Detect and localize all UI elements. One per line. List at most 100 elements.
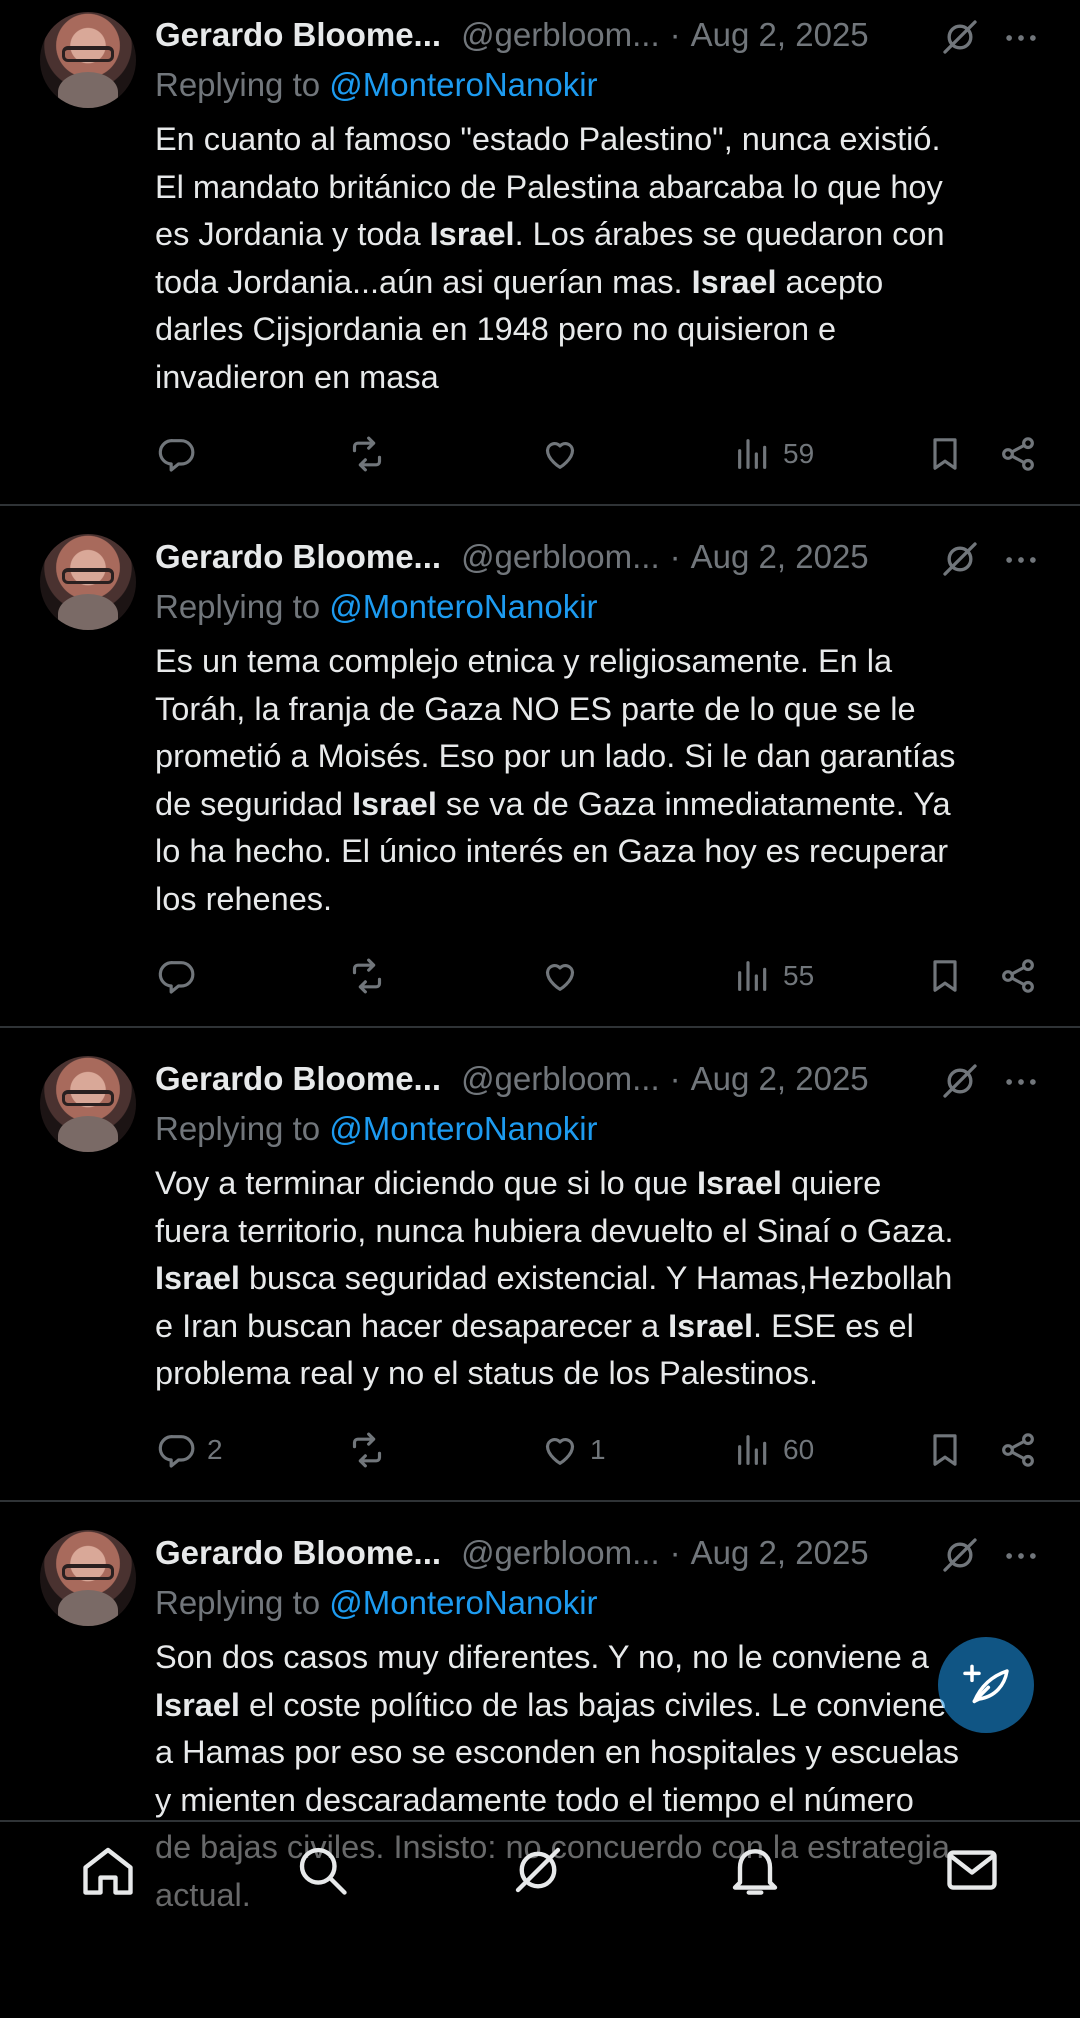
highlighted-keyword: Israel xyxy=(691,263,777,300)
heart-icon xyxy=(545,442,575,469)
share-button[interactable] xyxy=(998,951,1038,1001)
tweet[interactable]: Gerardo Bloome... @gerbloom... · Aug 2, 202… xyxy=(0,1518,1080,2018)
avatar[interactable] xyxy=(40,1056,136,1152)
tweet-divider xyxy=(0,504,1080,506)
text-line: los rehenes. xyxy=(155,880,333,917)
retweet-button[interactable] xyxy=(347,429,387,479)
separator-dot: · xyxy=(669,16,681,53)
author-handle[interactable]: @gerbloom... xyxy=(461,538,660,576)
author-name[interactable]: Gerardo Bloome... xyxy=(155,16,441,54)
replying-to-label: Replying to xyxy=(155,1110,330,1147)
highlighted-keyword: Israel xyxy=(155,1260,240,1296)
mention-link[interactable]: @MonteroNanokir xyxy=(329,66,597,103)
separator-dot: · xyxy=(669,538,681,575)
text-line: fuera territorio, nunca hubiera devuelto… xyxy=(155,1212,954,1249)
avatar-glasses xyxy=(62,568,114,584)
text-line: invadieron en masa xyxy=(155,358,439,395)
replying-to-label: Replying to xyxy=(155,66,330,103)
grok-icon[interactable] xyxy=(940,17,980,57)
heart-icon xyxy=(545,1438,575,1465)
replying-to: Replying to @MonteroNanokir xyxy=(155,1584,598,1622)
more-icon[interactable] xyxy=(1002,541,1040,579)
author-name[interactable]: Gerardo Bloome... xyxy=(155,538,441,576)
share-button[interactable] xyxy=(998,429,1038,479)
like-button[interactable]: 1 xyxy=(540,1425,606,1475)
grok-icon[interactable] xyxy=(940,1535,980,1575)
bookmark-button[interactable] xyxy=(925,951,965,1001)
compose-icon xyxy=(963,1664,1009,1704)
more-icon[interactable] xyxy=(1002,19,1040,57)
retweet-icon xyxy=(352,1432,382,1468)
highlighted-keyword: Israel xyxy=(697,1165,782,1201)
like-button[interactable] xyxy=(540,429,580,479)
avatar[interactable] xyxy=(40,534,136,630)
tweet-text: Es un tema complejo etnica y religiosame… xyxy=(155,638,1035,923)
share-button[interactable] xyxy=(998,1425,1038,1475)
author-handle[interactable]: @gerbloom... xyxy=(461,1060,660,1098)
avatar[interactable] xyxy=(40,12,136,108)
grok-icon[interactable] xyxy=(940,539,980,579)
tweet[interactable]: Gerardo Bloome... @gerbloom... · Aug 2, 202… xyxy=(0,0,1080,500)
author-handle[interactable]: @gerbloom... xyxy=(461,16,660,54)
notifications-icon[interactable] xyxy=(725,1840,785,1900)
views-icon xyxy=(738,439,767,469)
grok-icon[interactable] xyxy=(508,1840,568,1900)
tweet[interactable]: Gerardo Bloome... @gerbloom... · Aug 2, 202… xyxy=(0,522,1080,1022)
share-icon xyxy=(1002,959,1034,993)
search-icon[interactable] xyxy=(292,1840,352,1900)
text-line: de seguridad Israel se va de Gaza inmedi… xyxy=(155,785,951,822)
replying-to: Replying to @MonteroNanokir xyxy=(155,588,598,626)
views-count: 60 xyxy=(783,1434,815,1465)
text-line: Es un tema complejo etnica y religiosame… xyxy=(155,643,893,679)
mention-link[interactable]: @MonteroNanokir xyxy=(329,588,597,625)
avatar-glasses xyxy=(62,1564,114,1580)
tweet-header: Gerardo Bloome... @gerbloom... · Aug 2, 202… xyxy=(155,535,1080,579)
more-icon[interactable] xyxy=(1002,1063,1040,1101)
timeline-feed: Gerardo Bloome... @gerbloom... · Aug 2, 202… xyxy=(0,0,1080,1913)
tweet-divider xyxy=(0,1500,1080,1502)
author-handle[interactable]: @gerbloom... xyxy=(461,1534,660,1572)
text-line: darles Cijsjordania en 1948 pero no quis… xyxy=(155,311,837,347)
reply-icon xyxy=(158,961,195,994)
reply-count: 2 xyxy=(207,1434,223,1465)
avatar-beard xyxy=(58,1590,118,1626)
more-icon[interactable] xyxy=(1002,1537,1040,1575)
text-line: Israel el coste político de las bajas ci… xyxy=(155,1686,947,1723)
bookmark-button[interactable] xyxy=(925,429,965,479)
bookmark-button[interactable] xyxy=(925,1425,965,1475)
avatar[interactable] xyxy=(40,1530,136,1626)
highlighted-keyword: Israel xyxy=(155,1686,240,1723)
avatar-glasses xyxy=(62,46,114,62)
replying-to-label: Replying to xyxy=(155,588,330,625)
reply-button[interactable] xyxy=(157,951,197,1001)
replying-to: Replying to @MonteroNanokir xyxy=(155,66,598,104)
home-icon[interactable] xyxy=(78,1840,138,1900)
like-button[interactable] xyxy=(540,951,580,1001)
mention-link[interactable]: @MonteroNanokir xyxy=(329,1110,597,1147)
tweet-text: En cuanto al famoso "estado Palestino", … xyxy=(155,116,1035,401)
reply-icon xyxy=(158,1435,195,1468)
compose-button[interactable] xyxy=(938,1637,1034,1733)
views-button[interactable]: 60 xyxy=(733,1425,814,1475)
retweet-button[interactable] xyxy=(347,951,387,1001)
bookmark-icon xyxy=(933,438,957,470)
tweet-date[interactable]: Aug 2, 2025 xyxy=(691,1060,869,1098)
views-button[interactable]: 59 xyxy=(733,429,814,479)
tweet-date[interactable]: Aug 2, 2025 xyxy=(691,16,869,54)
text-line: a Hamas por eso se esconden en hospitale… xyxy=(155,1734,959,1770)
text-line: e Iran buscan hacer desaparecer a Israel… xyxy=(155,1307,914,1344)
reply-button[interactable] xyxy=(157,429,197,479)
mention-link[interactable]: @MonteroNanokir xyxy=(329,1584,597,1621)
tweet-header: Gerardo Bloome... @gerbloom... · Aug 2, 202… xyxy=(155,1057,1080,1101)
views-button[interactable]: 55 xyxy=(733,951,814,1001)
author-name[interactable]: Gerardo Bloome... xyxy=(155,1534,441,1572)
retweet-button[interactable] xyxy=(347,1425,387,1475)
author-name[interactable]: Gerardo Bloome... xyxy=(155,1060,441,1098)
messages-icon[interactable] xyxy=(942,1840,1002,1900)
text-line: es Jordania y toda Israel. Los árabes se… xyxy=(155,216,945,252)
separator-dot: · xyxy=(669,1534,681,1571)
tweet-date[interactable]: Aug 2, 2025 xyxy=(691,538,869,576)
reply-button[interactable]: 2 xyxy=(157,1425,223,1475)
tweet-date[interactable]: Aug 2, 2025 xyxy=(691,1534,869,1572)
grok-icon[interactable] xyxy=(940,1061,980,1101)
